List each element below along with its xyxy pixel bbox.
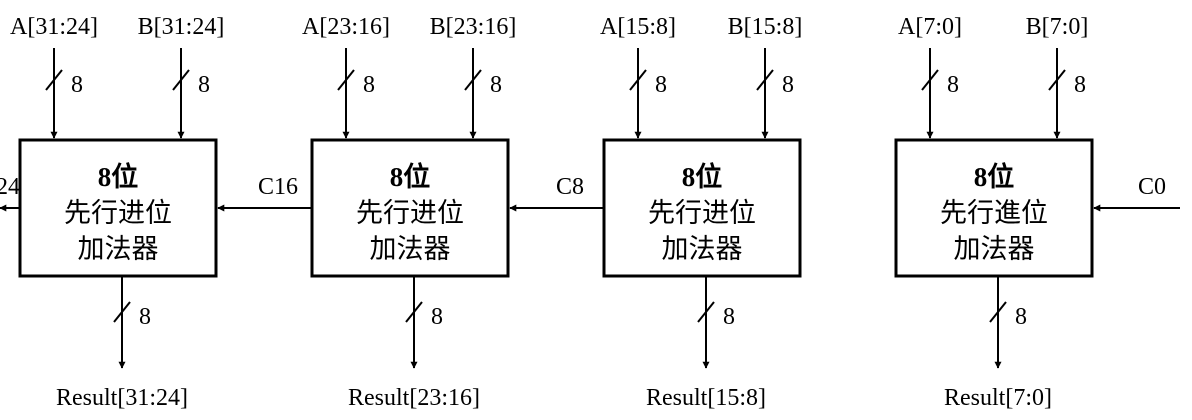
input-a-width-label: 8	[655, 72, 667, 98]
carry-lookahead-adder-diagram: A[31:24] 8 B[31:24] 8 8位先行进位加法器 8 Result[31:24…	[0, 14, 1180, 411]
adder-subtitle: 先行進位	[940, 198, 1048, 229]
input-b-label: B[31:24]	[138, 14, 225, 40]
adder-subtitle-2: 加法器	[662, 234, 743, 265]
carry-out-label: C16	[258, 174, 298, 200]
adder-subtitle-2: 加法器	[370, 234, 451, 265]
output-width-label: 8	[723, 304, 735, 330]
output-label: Result[7:0]	[944, 385, 1052, 411]
input-b-label: B[23:16]	[430, 14, 517, 40]
input-b-width-label: 8	[490, 72, 502, 98]
adder-title: 8位	[390, 161, 431, 192]
adder-block-1: A[23:16] 8 B[23:16] 8 8位先行进位加法器 8 Result[23:16…	[217, 14, 517, 411]
carry-out-label: C8	[556, 174, 584, 200]
input-b-label: B[7:0]	[1026, 14, 1089, 40]
adder-title: 8位	[974, 161, 1015, 192]
input-a-label: A[15:8]	[600, 14, 676, 40]
input-b-width-label: 8	[198, 72, 210, 98]
adder-subtitle: 先行进位	[356, 198, 464, 229]
output-label: Result[31:24]	[56, 385, 188, 411]
input-a-label: A[7:0]	[898, 14, 962, 40]
output-label: Result[15:8]	[646, 385, 766, 411]
input-a-width-label: 8	[947, 72, 959, 98]
input-a-width-label: 8	[71, 72, 83, 98]
output-width-label: 8	[139, 304, 151, 330]
adder-subtitle-2: 加法器	[954, 234, 1035, 265]
output-width-label: 8	[431, 304, 443, 330]
carry-in-label: C0	[1138, 174, 1166, 200]
input-b-width-label: 8	[782, 72, 794, 98]
input-b-label: B[15:8]	[728, 14, 803, 40]
input-a-width-label: 8	[363, 72, 375, 98]
output-width-label: 8	[1015, 304, 1027, 330]
adder-title: 8位	[682, 161, 723, 192]
adder-subtitle-2: 加法器	[78, 234, 159, 265]
adder-block-3: A[7:0] 8 B[7:0] 8 8位先行進位加法器 8 Result[7:0] C0	[894, 14, 1180, 411]
adder-block-0: A[31:24] 8 B[31:24] 8 8位先行进位加法器 8 Result[31:24…	[0, 14, 224, 411]
adder-title: 8位	[98, 161, 139, 192]
input-a-label: A[31:24]	[10, 14, 98, 40]
input-a-label: A[23:16]	[302, 14, 390, 40]
input-b-width-label: 8	[1074, 72, 1086, 98]
output-label: Result[23:16]	[348, 385, 480, 411]
adder-subtitle: 先行进位	[64, 198, 172, 229]
adder-subtitle: 先行进位	[648, 198, 756, 229]
adder-block-2: A[15:8] 8 B[15:8] 8 8位先行进位加法器 8 Result[15:8] C8	[509, 14, 803, 411]
carry-out-label: C24	[0, 174, 20, 200]
